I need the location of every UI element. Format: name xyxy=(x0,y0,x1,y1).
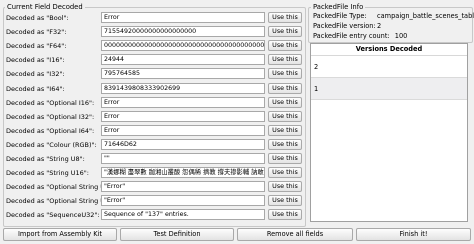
use-this-button[interactable]: Use this xyxy=(268,12,302,23)
decoded-value-field[interactable]: 71554920000000000000000 xyxy=(101,26,265,38)
version-list-item[interactable]: 1 xyxy=(311,78,467,100)
decoded-row-label: Decoded as "I64": xyxy=(6,84,65,93)
packed-file-version-value: 2 xyxy=(377,22,382,30)
decoded-row: Decoded as "Optional String U16": "Error"… xyxy=(6,195,302,207)
decoded-value-field[interactable]: Error xyxy=(101,12,265,23)
use-this-button[interactable]: Use this xyxy=(268,40,302,52)
test-definition-button[interactable]: Test Definition xyxy=(120,228,234,241)
use-this-button[interactable]: Use this xyxy=(268,167,302,179)
versions-decoded-header[interactable]: Versions Decoded xyxy=(311,44,467,56)
decoded-value-field[interactable]: Error xyxy=(101,110,265,122)
current-field-decoded-title: Current Field Decoded xyxy=(5,3,85,11)
decoded-row: Decoded as "SequenceU32": Sequence of "13… xyxy=(6,209,302,221)
packed-file-version-row: PackedFile version: 2 xyxy=(313,22,381,31)
decoded-value-field[interactable]: Error xyxy=(101,124,265,136)
import-from-assembly-kit-button[interactable]: Import from Assembly Kit xyxy=(3,228,117,241)
decoded-row: Decoded as "F64": 00000000000000000000000… xyxy=(6,40,302,52)
packed-file-version-label: PackedFile version: xyxy=(313,22,376,30)
decoded-value-field[interactable]: 24944 xyxy=(101,54,265,66)
decoded-value-field[interactable]: 8391439808333902699 xyxy=(101,82,265,94)
decoded-value-field[interactable]: 795764585 xyxy=(101,68,265,80)
finish-it-button[interactable]: Finish it! xyxy=(356,228,471,241)
decoded-value-field[interactable]: "" xyxy=(101,153,265,164)
decoded-row-label: Decoded as "String U16": xyxy=(6,169,89,178)
use-this-button[interactable]: Use this xyxy=(268,138,302,150)
packed-file-entry-count-row: PackedFile entry count: 100 xyxy=(313,32,407,41)
decoded-row: Decoded as "Optional I32": Error Use this xyxy=(6,110,302,123)
packed-file-type-label: PackedFile Type: xyxy=(313,12,367,20)
decoded-value-field[interactable]: 71646D62 xyxy=(101,138,265,150)
decoded-row-label: Decoded as "String U8": xyxy=(6,155,85,163)
decoded-value-field[interactable]: "Error" xyxy=(101,195,265,207)
decoded-row: Decoded as "F32": 71554920000000000000000… xyxy=(6,26,302,38)
decoded-value-field[interactable]: Sequence of "137" entries. xyxy=(101,209,265,221)
decoded-row-label: Decoded as "Bool": xyxy=(6,14,69,22)
decoded-row-label: Decoded as "Optional String U16": xyxy=(6,197,119,206)
decoded-row-label: Decoded as "F32": xyxy=(6,28,67,37)
use-this-button[interactable]: Use this xyxy=(268,153,302,164)
use-this-button[interactable]: Use this xyxy=(268,195,302,207)
versions-decoded-list[interactable]: Versions Decoded 2 1 xyxy=(310,43,468,222)
decoded-row-label: Decoded as "I32": xyxy=(6,70,65,79)
version-list-item[interactable]: 2 xyxy=(311,56,467,78)
decoded-row: Decoded as "I16": 24944 Use this xyxy=(6,54,302,66)
use-this-button[interactable]: Use this xyxy=(268,124,302,136)
use-this-button[interactable]: Use this xyxy=(268,96,302,108)
use-this-button[interactable]: Use this xyxy=(268,209,302,221)
decoded-row-label: Decoded as "Optional I16": xyxy=(6,98,95,107)
decoded-row-label: Decoded as "Optional String U8": xyxy=(6,183,115,192)
packed-file-entry-count-value: 100 xyxy=(394,32,408,40)
packed-file-type-row: PackedFile Type: campaign_battle_scenes_… xyxy=(313,12,474,21)
bottom-button-bar: Import from Assembly Kit Test Definition… xyxy=(0,228,474,242)
use-this-button[interactable]: Use this xyxy=(268,82,302,94)
decoded-row-label: Decoded as "SequenceU32": xyxy=(6,211,100,220)
decoded-value-field[interactable]: 0000000000000000000000000000000000000000… xyxy=(101,40,265,52)
decoded-row-label: Decoded as "I16": xyxy=(6,56,65,65)
use-this-button[interactable]: Use this xyxy=(268,181,302,193)
decoded-row: Decoded as "Optional String U8": "Error" U… xyxy=(6,181,302,193)
packed-file-entry-count-label: PackedFile entry count: xyxy=(313,32,390,40)
decoded-value-field[interactable]: "漢娜糊 盡翠數 跏湘山叢酸 怨偶稀 擠教 撐夫掺影輔 訥敢翫" xyxy=(101,167,265,179)
decoded-row-label: Decoded as "F64": xyxy=(6,42,67,51)
decoded-row: Decoded as "String U8": "" Use this xyxy=(6,153,302,165)
decoded-row: Decoded as "Colour (RGB)": 71646D62 Use th… xyxy=(6,138,302,151)
remove-all-fields-button[interactable]: Remove all fields xyxy=(237,228,353,241)
decoded-row: Decoded as "Bool": Error Use this xyxy=(6,12,302,24)
decoded-row-label: Decoded as "Colour (RGB)": xyxy=(6,140,97,149)
decoded-row-label: Decoded as "Optional I32": xyxy=(6,112,95,121)
decoded-row-label: Decoded as "Optional I64": xyxy=(6,126,95,135)
decoded-row: Decoded as "Optional I64": Error Use this xyxy=(6,124,302,137)
use-this-button[interactable]: Use this xyxy=(268,110,302,122)
use-this-button[interactable]: Use this xyxy=(268,26,302,38)
decoded-row: Decoded as "I64": 8391439808333902699 Use … xyxy=(6,82,302,95)
decoded-row: Decoded as "String U16": "漢娜糊 盡翠數 跏湘山叢酸 怨… xyxy=(6,167,302,179)
use-this-button[interactable]: Use this xyxy=(268,54,302,66)
decoded-value-field[interactable]: "Error" xyxy=(101,181,265,193)
decoded-value-field[interactable]: Error xyxy=(101,96,265,108)
packed-file-info-title: PackedFile Info xyxy=(311,3,366,11)
packed-file-type-value: campaign_battle_scenes_tables xyxy=(377,12,474,20)
decoded-row: Decoded as "I32": 795764585 Use this xyxy=(6,68,302,80)
decoded-row: Decoded as "Optional I16": Error Use this xyxy=(6,96,302,109)
use-this-button[interactable]: Use this xyxy=(268,68,302,80)
